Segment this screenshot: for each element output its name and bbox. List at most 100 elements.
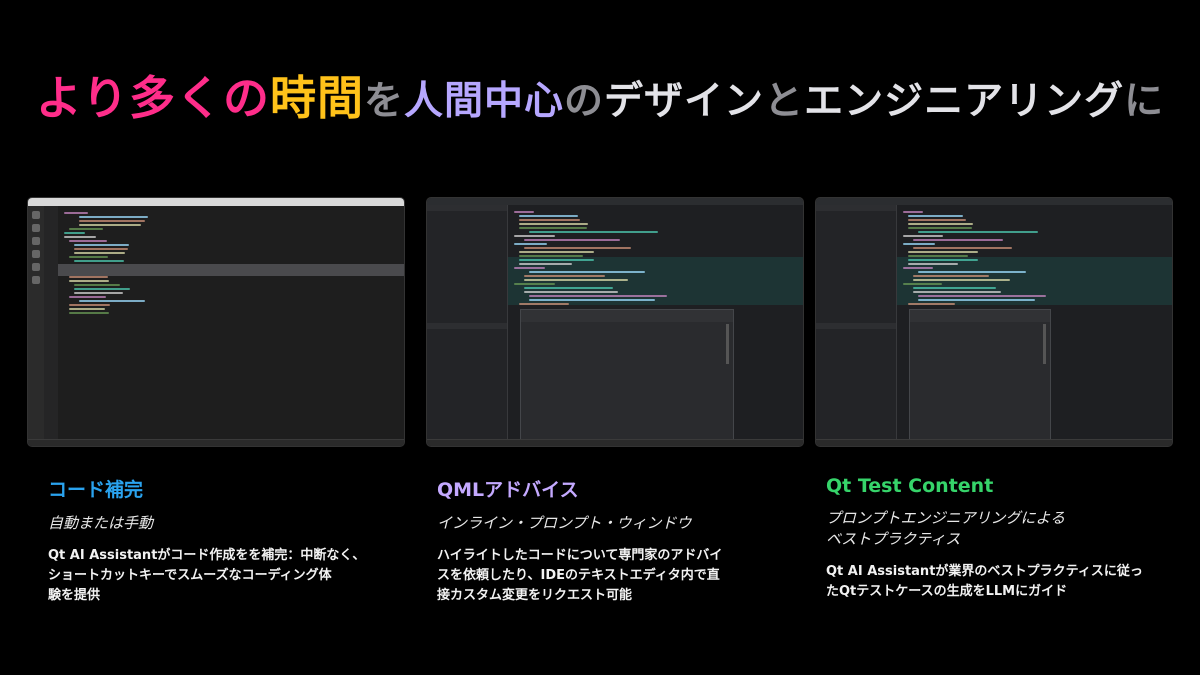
line-number-gutter <box>44 206 58 440</box>
code-line <box>908 227 972 229</box>
code-line <box>69 256 108 258</box>
headline-part-2: 時間 <box>269 71 364 125</box>
code-line <box>74 288 130 290</box>
headline-part-9: に <box>1124 79 1165 124</box>
code-line <box>529 271 645 273</box>
code-line <box>519 259 594 261</box>
code-line <box>903 243 935 245</box>
code-line <box>74 260 124 262</box>
prompt-scrollbar[interactable] <box>1043 324 1046 364</box>
code-line <box>903 267 933 269</box>
code-line <box>519 255 583 257</box>
feature-qml-advice: QMLアドバイス インライン・プロンプト・ウィンドウ ハイライトしたコードについ… <box>437 475 797 606</box>
code-editor <box>508 205 803 446</box>
code-line <box>519 219 580 221</box>
feature-code-completion: コード補完 自動または手動 Qt AI Assistantがコード作成をを補完：… <box>48 475 408 606</box>
code-line <box>918 299 1035 301</box>
feature-subtitle: インライン・プロンプト・ウィンドウ <box>437 514 692 532</box>
code-line <box>913 247 1012 249</box>
code-editor <box>897 205 1172 446</box>
code-line <box>908 255 968 257</box>
code-line <box>79 300 145 302</box>
code-line <box>913 279 1010 281</box>
code-line <box>524 291 618 293</box>
status-bar <box>816 439 1172 446</box>
code-line <box>74 244 129 246</box>
headline-part-6: デザイン <box>604 79 765 124</box>
headline: より多くの時間を人間中心のデザインとエンジニアリングに <box>0 62 1200 128</box>
code-line <box>908 215 963 217</box>
code-line <box>524 275 605 277</box>
feature-qt-test-content: Qt Test Content プロンプトエンジニアリングによる ベストプラクテ… <box>826 475 1186 602</box>
code-line <box>913 239 1003 241</box>
code-line <box>908 259 978 261</box>
completion-highlight-row <box>58 264 404 276</box>
code-line <box>514 267 545 269</box>
inline-prompt-window <box>909 309 1051 446</box>
code-line <box>519 251 594 253</box>
code-line <box>514 211 534 213</box>
code-line <box>69 304 110 306</box>
project-sidebar <box>427 205 508 440</box>
code-line <box>514 283 555 285</box>
feature-title: コード補完 <box>48 479 144 501</box>
code-line <box>519 215 578 217</box>
code-line <box>69 280 109 282</box>
status-bar <box>427 439 803 446</box>
code-line <box>913 291 1001 293</box>
code-line <box>514 235 555 237</box>
code-line <box>519 227 587 229</box>
code-line <box>74 284 120 286</box>
code-editor <box>58 206 404 440</box>
code-line <box>908 303 955 305</box>
inline-prompt-window <box>520 309 734 446</box>
code-line <box>69 276 108 278</box>
code-line <box>514 243 547 245</box>
code-line <box>519 223 588 225</box>
feature-description: ハイライトしたコードについて専門家のアドバイ スを依頼したり、IDEのテキストエ… <box>437 548 723 603</box>
code-line <box>903 283 942 285</box>
feature-title: Qt Test Content <box>826 475 994 497</box>
code-line <box>529 295 667 297</box>
code-line <box>529 231 658 233</box>
feature-description: Qt AI Assistantが業界のベストプラクティスに従っ たQtテストケー… <box>826 564 1143 599</box>
code-line <box>69 228 103 230</box>
code-line <box>64 236 96 238</box>
code-line <box>903 235 943 237</box>
window-titlebar <box>816 198 1172 205</box>
prompt-scrollbar[interactable] <box>726 324 729 364</box>
code-line <box>79 216 148 218</box>
code-line <box>64 232 85 234</box>
code-line <box>918 295 1046 297</box>
mode-selector-bar <box>28 206 44 440</box>
code-line <box>524 247 631 249</box>
status-bar <box>28 439 404 446</box>
code-line <box>69 240 107 242</box>
feature-description: Qt AI Assistantがコード作成をを補完：中断なく、 ショートカットキ… <box>48 548 366 603</box>
qt-test-content-screenshot <box>816 198 1172 446</box>
project-sidebar <box>816 205 897 440</box>
code-line <box>908 219 966 221</box>
code-completion-screenshot <box>28 198 404 446</box>
code-line <box>903 211 923 213</box>
code-line <box>79 220 145 222</box>
feature-subtitle: 自動または手動 <box>48 514 154 532</box>
code-line <box>524 239 620 241</box>
headline-part-8: エンジニアリング <box>804 79 1125 124</box>
code-line <box>79 224 141 226</box>
code-line <box>64 212 88 214</box>
code-line <box>913 275 989 277</box>
headline-part-7: と <box>764 79 805 124</box>
code-line <box>519 263 572 265</box>
code-line <box>524 279 628 281</box>
code-line <box>913 287 996 289</box>
code-line <box>69 296 106 298</box>
headline-part-4: 人間中心 <box>404 79 565 124</box>
prompt-window-header <box>910 310 1050 322</box>
code-line <box>908 251 978 253</box>
code-line <box>529 299 655 301</box>
code-line <box>74 248 128 250</box>
code-line <box>519 303 569 305</box>
headline-part-5: の <box>564 79 605 124</box>
qml-advice-screenshot <box>427 198 803 446</box>
